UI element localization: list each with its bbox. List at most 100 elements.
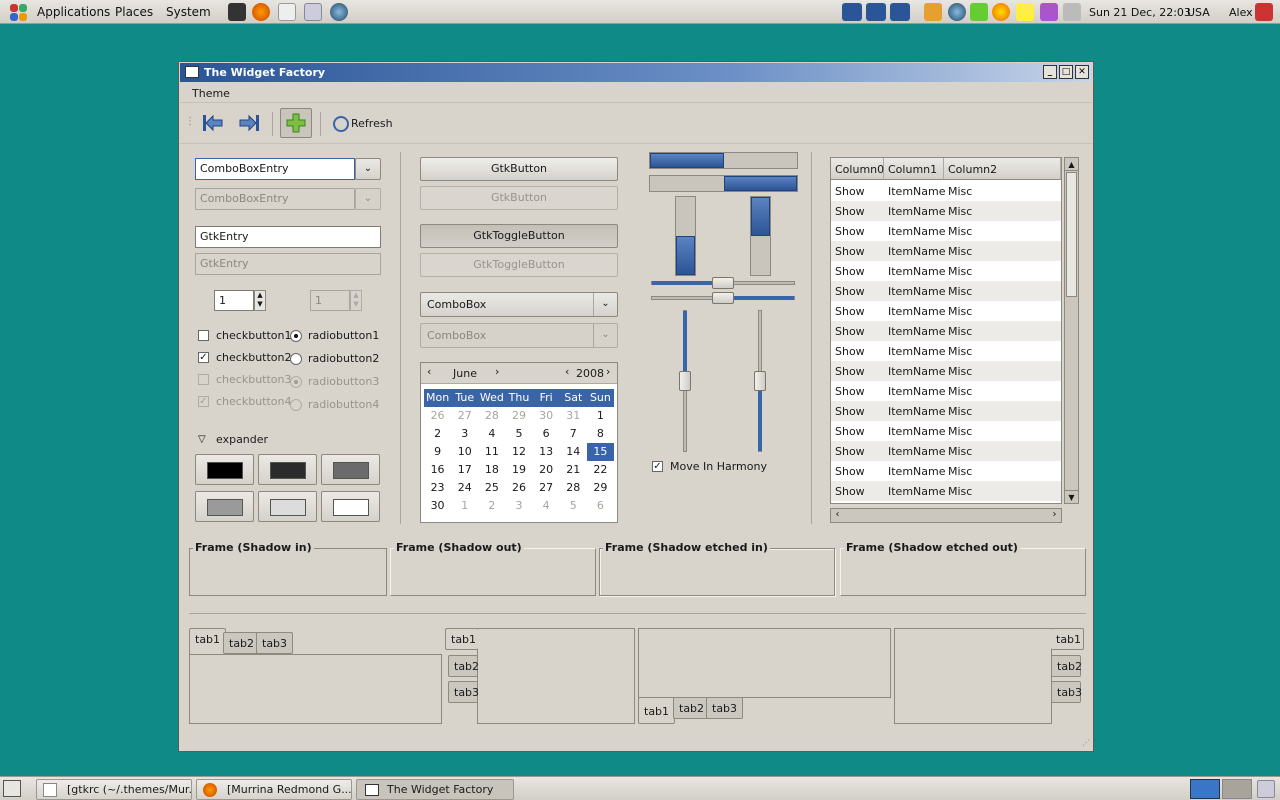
calendar-day[interactable]: 2 <box>478 497 505 515</box>
hscale-1-slider[interactable] <box>712 277 734 289</box>
calendar-day[interactable]: 24 <box>451 479 478 497</box>
minimize-button[interactable]: _ <box>1043 65 1057 79</box>
goto-first-button[interactable] <box>197 108 229 138</box>
prev-year-icon[interactable]: ‹ <box>565 365 569 378</box>
table-row[interactable]: Show ItemName Misc <box>831 361 1061 381</box>
task-widget-factory[interactable]: The Widget Factory <box>356 779 514 800</box>
menu-places[interactable]: Places <box>115 5 153 19</box>
gtk-entry[interactable]: GtkEntry <box>195 226 381 248</box>
calendar-day[interactable]: 31 <box>560 407 587 425</box>
calendar-day[interactable]: 27 <box>451 407 478 425</box>
spin-arrows-icon[interactable]: ▲ ▼ <box>254 290 266 311</box>
calendar-day[interactable]: 12 <box>505 443 532 461</box>
next-year-icon[interactable]: › <box>606 365 610 378</box>
calendar-day[interactable]: 10 <box>451 443 478 461</box>
color-button-3[interactable] <box>321 454 380 485</box>
user-name[interactable]: Alex <box>1229 6 1253 19</box>
terminal-icon[interactable] <box>228 3 246 21</box>
table-row[interactable]: Show ItemName Misc <box>831 241 1061 261</box>
show-desktop-icon[interactable] <box>3 780 21 797</box>
notebook1-tab1[interactable]: tab1 <box>189 628 227 655</box>
notebook3-tab3[interactable]: tab3 <box>706 697 744 719</box>
column1-header[interactable]: Column1 <box>884 158 944 180</box>
calendar-day[interactable]: 4 <box>533 497 560 515</box>
checkbutton2-box[interactable]: ✓ <box>198 352 209 363</box>
column2-header[interactable]: Column2 <box>944 158 1061 180</box>
media-prev-icon[interactable] <box>842 3 862 21</box>
firefox-icon[interactable] <box>252 3 270 21</box>
notebook2-tab2[interactable]: tab2 <box>448 655 479 677</box>
radiobutton2-dot[interactable] <box>290 353 302 365</box>
close-button[interactable]: ✕ <box>1075 65 1089 79</box>
combo-entry[interactable]: ComboBoxEntry <box>195 158 355 180</box>
calendar-day[interactable]: 9 <box>424 443 451 461</box>
table-row[interactable]: Show ItemName Misc <box>831 281 1061 301</box>
calendar-day[interactable]: 14 <box>560 443 587 461</box>
notes-icon[interactable] <box>1016 3 1034 21</box>
color-button-1[interactable] <box>195 454 254 485</box>
table-row[interactable]: Show ItemName Misc <box>831 301 1061 321</box>
titlebar[interactable]: The Widget Factory _ □ ✕ <box>180 63 1092 82</box>
weather-icon[interactable] <box>992 3 1010 21</box>
notebook2-tab3[interactable]: tab3 <box>448 681 479 703</box>
calendar-day[interactable]: 1 <box>587 407 614 425</box>
radiobutton1-label[interactable]: radiobutton1 <box>308 329 379 342</box>
file-manager-icon[interactable] <box>304 3 322 21</box>
media-next-icon[interactable] <box>890 3 910 21</box>
vscale-2-slider[interactable] <box>754 371 766 391</box>
checkbutton1-box[interactable] <box>198 330 209 341</box>
calendar-day[interactable]: 15 <box>586 443 614 461</box>
calendar-day[interactable]: 2 <box>424 425 451 443</box>
maximize-button[interactable]: □ <box>1059 65 1073 79</box>
calendar-day[interactable]: 8 <box>587 425 614 443</box>
checkbutton1-label[interactable]: checkbutton1 <box>216 329 292 342</box>
menu-system[interactable]: System <box>166 5 211 19</box>
scroll-right-icon[interactable]: › <box>1048 509 1061 522</box>
calendar-day[interactable]: 28 <box>478 407 505 425</box>
volume-icon[interactable] <box>1063 3 1081 21</box>
notebook3-tab1[interactable]: tab1 <box>638 697 676 724</box>
calendar-day[interactable]: 6 <box>533 425 560 443</box>
hscale-2-slider[interactable] <box>712 292 734 304</box>
scroll-left-icon[interactable]: ‹ <box>831 509 844 522</box>
task-gtkrc[interactable]: [gtkrc (~/.themes/Mur... <box>36 779 192 800</box>
calendar-day[interactable]: 21 <box>560 461 587 479</box>
table-row[interactable]: Show ItemName Misc <box>831 261 1061 281</box>
table-row[interactable]: Show ItemName Misc <box>831 401 1061 421</box>
calendar-day[interactable]: 11 <box>478 443 505 461</box>
resize-grip-icon[interactable]: ⋰ <box>1082 738 1090 747</box>
calendar-day[interactable]: 22 <box>587 461 614 479</box>
goto-last-button[interactable] <box>233 108 265 138</box>
move-in-harmony-box[interactable]: ✓ <box>652 461 663 472</box>
calendar-day[interactable]: 29 <box>587 479 614 497</box>
calendar-day[interactable]: 5 <box>560 497 587 515</box>
table-row[interactable]: Show ItemName Misc <box>831 321 1061 341</box>
package-icon[interactable] <box>924 3 942 21</box>
trash-icon[interactable] <box>1257 780 1275 798</box>
expander-label[interactable]: expander <box>216 433 268 446</box>
table-row[interactable]: Show ItemName Misc <box>831 481 1061 501</box>
drop-icon[interactable] <box>330 3 348 21</box>
calendar-day[interactable]: 28 <box>560 479 587 497</box>
calendar-day[interactable]: 6 <box>587 497 614 515</box>
calendar-day[interactable]: 4 <box>478 425 505 443</box>
calendar-day[interactable]: 25 <box>478 479 505 497</box>
calendar-day[interactable]: 5 <box>505 425 532 443</box>
mail-icon[interactable] <box>278 3 296 21</box>
color-button-2[interactable] <box>258 454 317 485</box>
combo-box[interactable]: ComboBox ⌄ <box>420 292 618 317</box>
scroll-up-icon[interactable]: ▲ <box>1065 158 1078 171</box>
notebook1-tab2[interactable]: tab2 <box>223 632 261 654</box>
calendar-day[interactable]: 23 <box>424 479 451 497</box>
column0-header[interactable]: Column0 <box>831 158 884 180</box>
notebook4-tab3[interactable]: tab3 <box>1051 681 1082 703</box>
shutdown-icon[interactable] <box>1255 3 1273 21</box>
vscale-1-slider[interactable] <box>679 371 691 391</box>
add-button[interactable] <box>280 108 312 138</box>
calendar-day[interactable]: 3 <box>505 497 532 515</box>
menu-theme[interactable]: Theme <box>192 87 230 100</box>
wifi-icon[interactable] <box>970 3 988 21</box>
calendar-day[interactable]: 29 <box>505 407 532 425</box>
radiobutton1-dot[interactable] <box>290 330 302 342</box>
calendar-day[interactable]: 20 <box>533 461 560 479</box>
